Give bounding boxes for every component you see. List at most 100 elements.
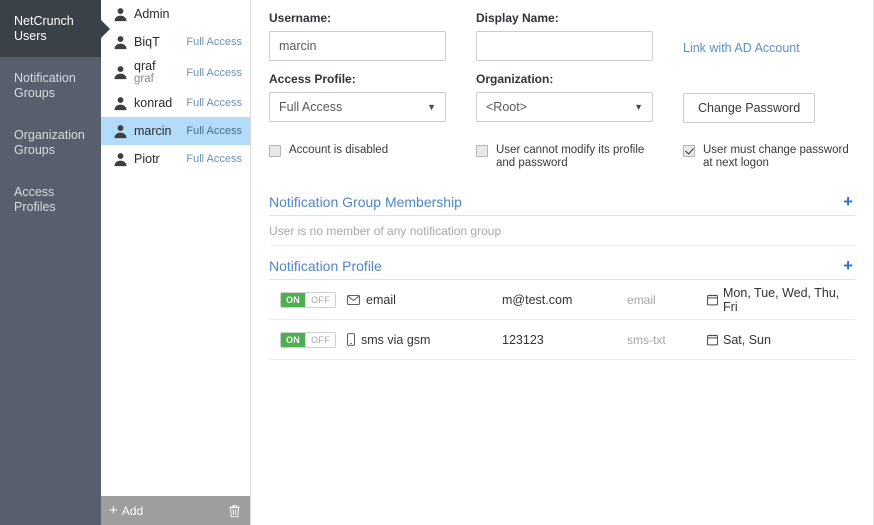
phone-icon xyxy=(347,333,356,346)
calendar-icon xyxy=(707,334,718,346)
chevron-down-icon: ▼ xyxy=(634,102,643,112)
user-name: Piotr xyxy=(134,152,160,166)
change-password-group: Change Password xyxy=(683,72,873,123)
notification-channel: email xyxy=(347,293,502,307)
notification-format: sms-txt xyxy=(627,332,666,347)
user-icon xyxy=(111,5,129,23)
section-title[interactable]: Notification Profile xyxy=(269,258,382,274)
checkbox-label: User must change password at next logon xyxy=(703,144,849,169)
notification-target: m@test.com xyxy=(502,292,573,307)
change-password-button[interactable]: Change Password xyxy=(683,93,816,123)
display-name-input[interactable] xyxy=(476,31,653,61)
notification-target: 123123 xyxy=(502,332,544,347)
username-field-group: Username: xyxy=(269,11,476,61)
notification-profile-row[interactable]: ON OFF email m@test.com email Mon, Tue, … xyxy=(269,280,855,320)
list-item[interactable]: qraf graf Full Access xyxy=(101,56,250,89)
enabled-toggle[interactable]: ON OFF xyxy=(280,291,337,308)
envelope-icon xyxy=(347,294,360,305)
notification-schedule: Sat, Sun xyxy=(707,333,855,347)
access-profile-select[interactable]: Full Access ▼ xyxy=(269,92,446,122)
list-item[interactable]: Piotr Full Access xyxy=(101,145,250,173)
checkbox-label: User cannot modify its profile and passw… xyxy=(496,144,645,169)
checkbox-must-change-password[interactable]: User must change password at next logon xyxy=(683,144,855,170)
link-with-ad-account-link[interactable]: Link with AD Account xyxy=(683,41,800,55)
user-icon xyxy=(111,64,129,82)
organization-select[interactable]: <Root> ▼ xyxy=(476,92,653,122)
schedule-days: Sat, Sun xyxy=(723,332,771,347)
organization-label: Organization: xyxy=(476,72,554,86)
sidebar-item-organization-groups[interactable]: Organization Groups xyxy=(0,114,101,171)
toggle-on-label: ON xyxy=(281,292,306,307)
empty-state-text: User is no member of any notification gr… xyxy=(269,216,855,246)
sidebar-item-label: Notification Groups xyxy=(14,70,76,100)
username-label: Username: xyxy=(269,11,332,25)
user-icon xyxy=(111,33,129,51)
checkbox-box[interactable] xyxy=(476,145,488,157)
sidebar-item-access-profiles[interactable]: Access Profiles xyxy=(0,171,101,228)
sidebar-item-label: Organization Groups xyxy=(14,127,85,157)
list-item[interactable]: konrad Full Access xyxy=(101,89,250,117)
trash-icon[interactable] xyxy=(228,504,241,518)
checkbox-cannot-modify-profile[interactable]: User cannot modify its profile and passw… xyxy=(476,144,683,170)
checkbox-account-disabled[interactable]: Account is disabled xyxy=(269,144,476,170)
notification-profile-row[interactable]: ON OFF sms via gsm 123123 sms-txt Sat, S… xyxy=(269,320,855,360)
account-options-row: Account is disabled User cannot modify i… xyxy=(269,144,855,170)
checkbox-box[interactable] xyxy=(683,145,695,157)
user-access-label: Full Access xyxy=(186,125,242,137)
calendar-icon xyxy=(707,294,718,306)
sidebar-item-label: Access Profiles xyxy=(14,184,56,214)
toggle-off-label: OFF xyxy=(305,292,336,307)
user-access-label: Full Access xyxy=(186,36,242,48)
plus-icon[interactable]: + xyxy=(841,257,855,274)
user-name: BiqT xyxy=(134,35,160,49)
access-profile-value: Full Access xyxy=(279,100,343,114)
user-name: qraf graf xyxy=(134,60,180,86)
display-name-field-group: Display Name: xyxy=(476,11,683,61)
user-access-label: Full Access xyxy=(186,97,242,109)
user-list-panel: Admin BiqT Full Access qraf graf Full Ac… xyxy=(101,0,251,525)
chevron-down-icon: ▼ xyxy=(427,102,436,112)
checkbox-label: Account is disabled xyxy=(289,144,389,156)
user-list: Admin BiqT Full Access qraf graf Full Ac… xyxy=(101,0,250,496)
list-item[interactable]: Admin xyxy=(101,0,250,28)
section-title[interactable]: Notification Group Membership xyxy=(269,194,462,210)
sidebar-nav: NetCrunch Users Notification Groups Organi… xyxy=(0,0,110,525)
notification-schedule: Mon, Tue, Wed, Thu, Fri xyxy=(707,286,855,314)
schedule-days: Mon, Tue, Wed, Thu, Fri xyxy=(723,285,840,314)
user-name: Admin xyxy=(134,7,170,21)
notification-format: email xyxy=(627,292,656,307)
toggle-on-label: ON xyxy=(281,332,306,347)
sidebar-item-notification-groups[interactable]: Notification Groups xyxy=(0,57,101,114)
sidebar-item-label: NetCrunch Users xyxy=(14,13,74,43)
user-icon xyxy=(111,94,129,112)
user-management-window: NetCrunch Users Notification Groups Organi… xyxy=(0,0,874,525)
user-access-label: Full Access xyxy=(186,66,242,79)
display-name-label: Display Name: xyxy=(476,11,559,25)
user-name: marcin xyxy=(134,124,172,138)
list-item-selected[interactable]: marcin Full Access xyxy=(101,117,250,145)
form-row-identity: Username: Display Name: Link with AD Acc… xyxy=(269,11,855,61)
notification-profile-section: Notification Profile + ON OFF email m@te… xyxy=(269,257,855,360)
sidebar-item-netcrunch-users[interactable]: NetCrunch Users xyxy=(0,0,110,57)
notification-group-membership-section: Notification Group Membership + User is … xyxy=(269,193,855,246)
user-icon xyxy=(111,150,129,168)
section-header: Notification Group Membership + xyxy=(269,193,855,216)
list-item[interactable]: BiqT Full Access xyxy=(101,28,250,56)
section-header: Notification Profile + xyxy=(269,257,855,280)
username-input[interactable] xyxy=(269,31,446,61)
user-detail-panel: Username: Display Name: Link with AD Acc… xyxy=(251,0,873,525)
organization-value: <Root> xyxy=(486,100,528,114)
channel-label: sms via gsm xyxy=(361,332,431,347)
add-user-label: Add xyxy=(121,503,144,518)
toggle-off-label: OFF xyxy=(305,332,336,347)
add-user-button[interactable]: + Add xyxy=(109,501,144,519)
user-icon xyxy=(111,122,129,140)
checkbox-box[interactable] xyxy=(269,145,281,157)
plus-icon: + xyxy=(109,501,118,519)
user-subname: graf xyxy=(134,72,154,85)
plus-icon[interactable]: + xyxy=(841,193,855,210)
organization-field-group: Organization: <Root> ▼ xyxy=(476,72,683,123)
enabled-toggle[interactable]: ON OFF xyxy=(280,331,337,348)
user-list-footer: + Add xyxy=(101,496,250,525)
link-ad-group: Link with AD Account xyxy=(683,11,873,61)
